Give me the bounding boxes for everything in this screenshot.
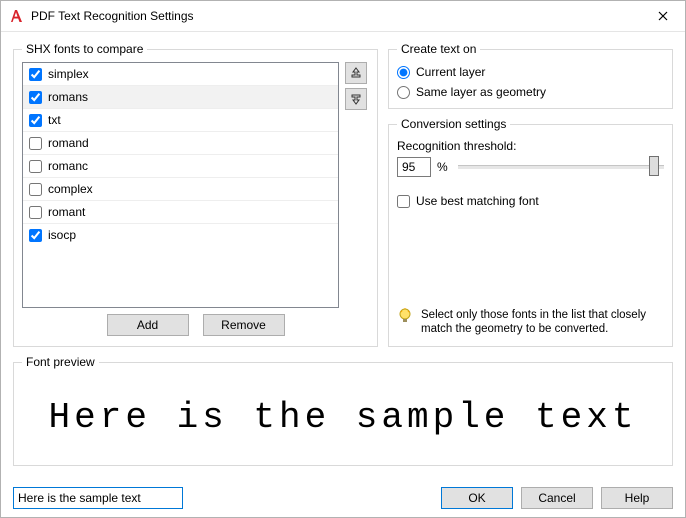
ok-button[interactable]: OK bbox=[441, 487, 513, 509]
radio-same-layer-input[interactable] bbox=[397, 86, 410, 99]
font-row[interactable]: romanc bbox=[23, 155, 338, 178]
radio-current-layer[interactable]: Current layer bbox=[397, 62, 664, 82]
font-row[interactable]: txt bbox=[23, 109, 338, 132]
font-checkbox[interactable] bbox=[29, 114, 42, 127]
conversion-settings-group: Conversion settings Recognition threshol… bbox=[388, 117, 673, 347]
dialog-body: SHX fonts to compare simplex romans bbox=[1, 32, 685, 478]
threshold-slider[interactable] bbox=[458, 157, 664, 177]
add-button[interactable]: Add bbox=[107, 314, 189, 336]
shx-fonts-group: SHX fonts to compare simplex romans bbox=[13, 42, 378, 347]
titlebar: PDF Text Recognition Settings bbox=[1, 1, 685, 32]
font-checkbox[interactable] bbox=[29, 183, 42, 196]
radio-same-layer[interactable]: Same layer as geometry bbox=[397, 82, 664, 102]
font-checkbox[interactable] bbox=[29, 160, 42, 173]
move-up-button[interactable] bbox=[345, 62, 367, 84]
font-name: romanc bbox=[48, 159, 88, 173]
hint-text: Select only those fonts in the list that… bbox=[421, 308, 664, 336]
font-checkbox[interactable] bbox=[29, 137, 42, 150]
bottom-bar: OK Cancel Help bbox=[1, 478, 685, 517]
font-checkbox[interactable] bbox=[29, 68, 42, 81]
shx-fonts-legend: SHX fonts to compare bbox=[22, 42, 147, 56]
create-text-on-group: Create text on Current layer Same layer … bbox=[388, 42, 673, 109]
font-checkbox[interactable] bbox=[29, 91, 42, 104]
threshold-input[interactable] bbox=[397, 157, 431, 177]
font-row[interactable]: simplex bbox=[23, 63, 338, 86]
window-title: PDF Text Recognition Settings bbox=[31, 9, 641, 23]
app-icon bbox=[9, 8, 25, 24]
percent-label: % bbox=[437, 160, 448, 174]
shx-fonts-list[interactable]: simplex romans txt bbox=[22, 62, 339, 308]
font-preview-group: Font preview Here is the sample text bbox=[13, 355, 673, 466]
font-name: isocp bbox=[48, 228, 76, 242]
font-preview-legend: Font preview bbox=[22, 355, 99, 369]
sample-text-input[interactable] bbox=[13, 487, 183, 509]
remove-button[interactable]: Remove bbox=[203, 314, 285, 336]
font-preview-text: Here is the sample text bbox=[49, 397, 638, 438]
move-down-button[interactable] bbox=[345, 88, 367, 110]
font-row[interactable]: romand bbox=[23, 132, 338, 155]
lightbulb-icon bbox=[397, 308, 413, 327]
use-best-font-checkbox[interactable]: Use best matching font bbox=[397, 191, 664, 211]
use-best-font-input[interactable] bbox=[397, 195, 410, 208]
font-checkbox[interactable] bbox=[29, 229, 42, 242]
font-row[interactable]: romant bbox=[23, 201, 338, 224]
font-checkbox[interactable] bbox=[29, 206, 42, 219]
font-preview-box: Here is the sample text bbox=[30, 381, 656, 453]
font-row[interactable]: complex bbox=[23, 178, 338, 201]
slider-thumb[interactable] bbox=[649, 156, 659, 176]
radio-current-layer-input[interactable] bbox=[397, 66, 410, 79]
cancel-button[interactable]: Cancel bbox=[521, 487, 593, 509]
font-name: simplex bbox=[48, 67, 89, 81]
dialog-window: PDF Text Recognition Settings SHX fonts … bbox=[0, 0, 686, 518]
font-name: complex bbox=[48, 182, 93, 196]
font-name: romand bbox=[48, 136, 89, 150]
font-name: romant bbox=[48, 205, 85, 219]
font-row[interactable]: isocp bbox=[23, 224, 338, 246]
font-name: romans bbox=[48, 90, 88, 104]
conversion-settings-legend: Conversion settings bbox=[397, 117, 510, 131]
font-row[interactable]: romans bbox=[23, 86, 338, 109]
close-button[interactable] bbox=[641, 1, 685, 31]
font-name: txt bbox=[48, 113, 61, 127]
threshold-label: Recognition threshold: bbox=[397, 139, 664, 153]
create-text-on-legend: Create text on bbox=[397, 42, 480, 56]
help-button[interactable]: Help bbox=[601, 487, 673, 509]
